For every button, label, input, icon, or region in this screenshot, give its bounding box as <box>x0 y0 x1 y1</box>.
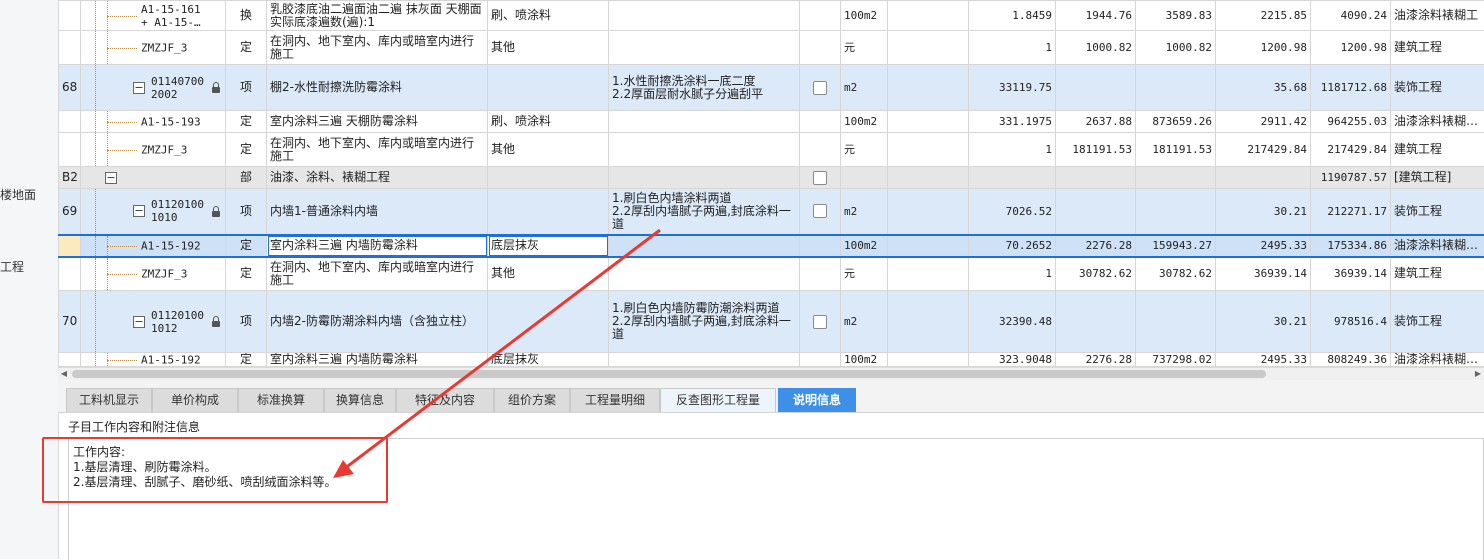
annotation-arrow-icon <box>0 0 1484 559</box>
